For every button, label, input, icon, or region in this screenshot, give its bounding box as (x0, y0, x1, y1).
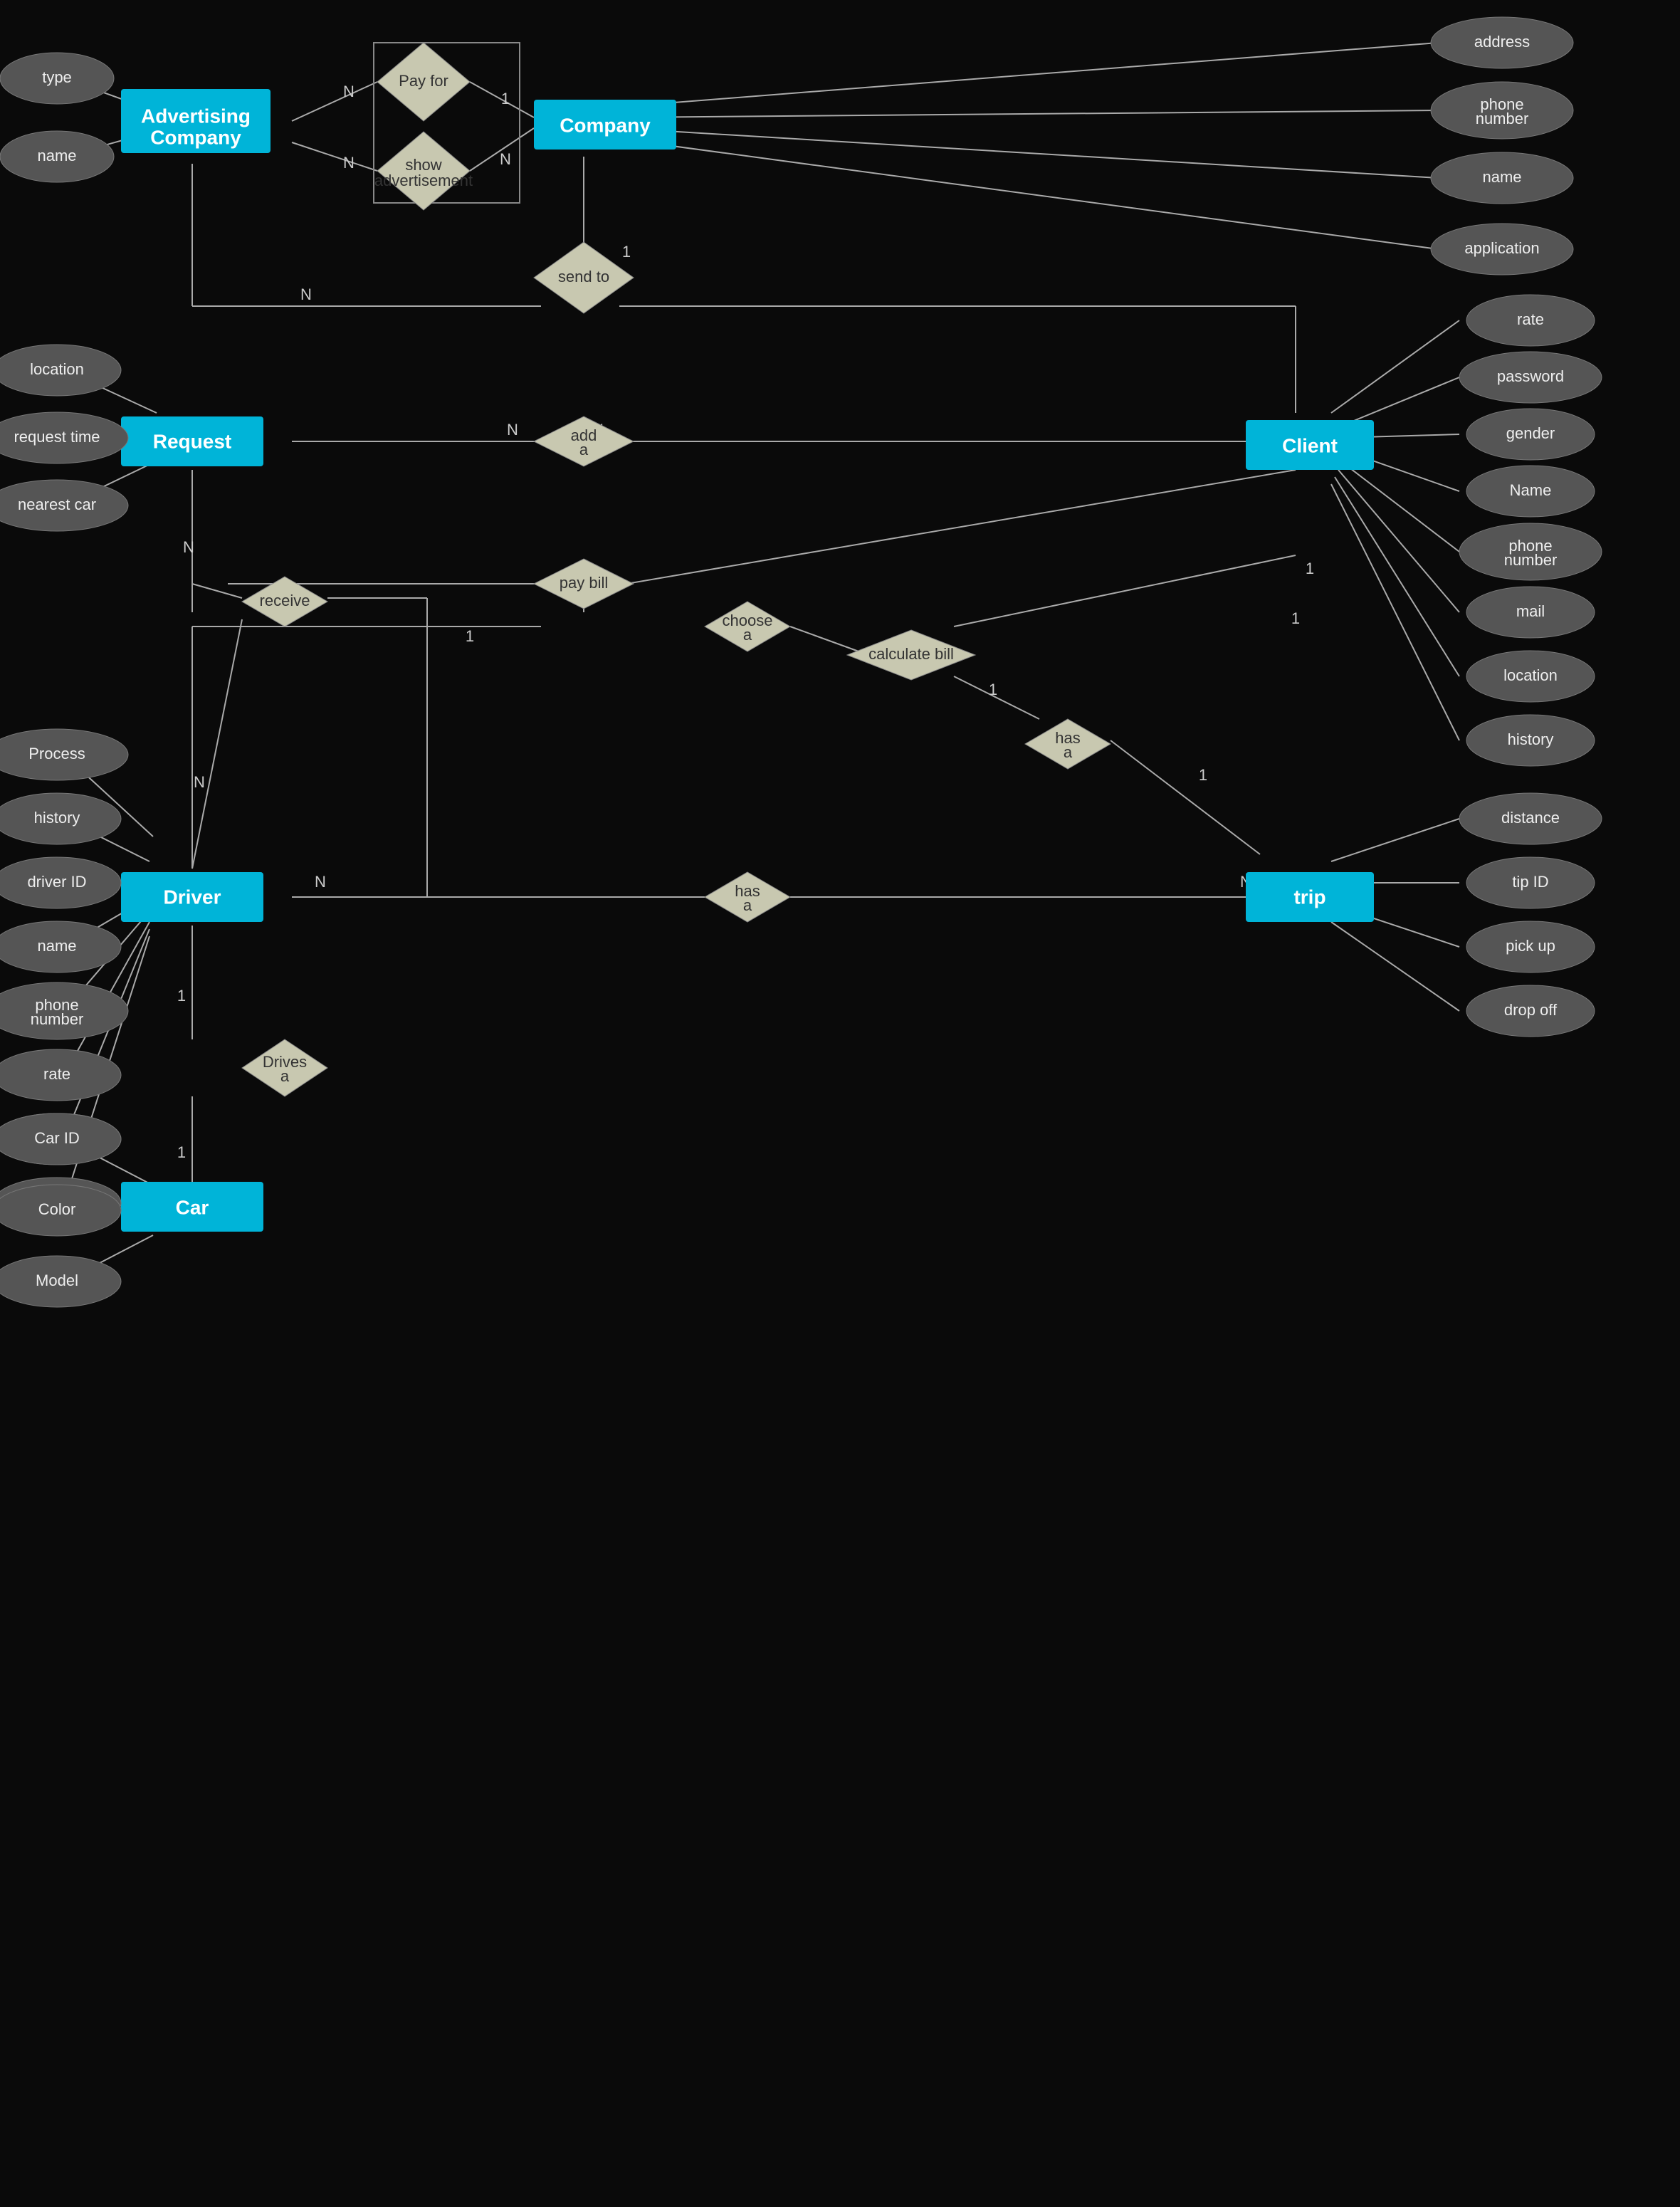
entity-advertising-company-label2: Company (150, 126, 241, 148)
attr-company-phone-label2: number (1476, 110, 1529, 127)
entity-driver-label: Driver (164, 886, 221, 908)
svg-text:1: 1 (177, 1143, 186, 1161)
entity-client-label: Client (1282, 434, 1338, 456)
svg-text:1: 1 (1291, 609, 1300, 627)
svg-text:1: 1 (622, 243, 631, 261)
relation-has-driver-label2: a (743, 896, 752, 914)
attr-car-id-label: Car ID (34, 1129, 80, 1147)
er-diagram: N 1 N N N 1 N N N 1 (0, 0, 1680, 2207)
relation-drives-label2: a (280, 1067, 290, 1085)
attr-client-password-label: password (1497, 367, 1564, 385)
svg-text:N: N (343, 83, 355, 100)
attr-client-name-label: Name (1510, 481, 1552, 499)
attr-request-location-label: location (30, 360, 84, 378)
svg-text:N: N (315, 873, 326, 891)
svg-text:1: 1 (177, 987, 186, 1005)
svg-text:N: N (300, 285, 312, 303)
attr-trip-dropoff-label: drop off (1504, 1001, 1558, 1019)
relation-calculate-bill-label: calculate bill (868, 645, 954, 663)
attr-driver-history-label: history (34, 809, 80, 827)
relation-pay-for-label: Pay for (399, 72, 448, 90)
relation-show-adv-label2: advertisement (374, 172, 473, 189)
relation-add-label2: a (579, 441, 589, 458)
attr-trip-distance-label: distance (1501, 809, 1560, 827)
attr-car-color-label: Color (38, 1200, 76, 1218)
attr-client-location-label: location (1503, 666, 1558, 684)
attr-adv-name-label: name (37, 147, 76, 164)
attr-company-address-label: address (1474, 33, 1530, 51)
relation-choose-label2: a (743, 626, 752, 644)
relation-has-trip-label2: a (1064, 743, 1073, 761)
entity-advertising-company-label: Advertising (141, 105, 251, 127)
svg-text:1: 1 (501, 90, 510, 108)
svg-text:1: 1 (1306, 560, 1314, 577)
attr-client-phone-label2: number (1504, 551, 1558, 569)
attr-request-nearest-label: nearest car (18, 496, 96, 513)
relation-pay-bill-label: pay bill (560, 574, 608, 592)
attr-driver-process-label: Process (28, 745, 85, 762)
relation-receive-label: receive (260, 592, 310, 609)
svg-text:1: 1 (466, 627, 474, 645)
entity-trip-label: trip (1293, 886, 1325, 908)
svg-text:N: N (507, 421, 518, 439)
attr-driver-name-label: name (37, 937, 76, 955)
svg-text:N: N (500, 150, 511, 168)
entity-request-label: Request (153, 430, 231, 452)
attr-driver-rate-label: rate (43, 1065, 70, 1083)
attr-client-history-label: history (1508, 730, 1554, 748)
entity-car-label: Car (176, 1196, 209, 1218)
attr-trip-pickup-label: pick up (1506, 937, 1555, 955)
attr-client-mail-label: mail (1516, 602, 1545, 620)
attr-company-app-label: application (1464, 239, 1539, 257)
attr-car-model-label: Model (36, 1272, 78, 1289)
svg-text:1: 1 (1199, 766, 1207, 784)
svg-text:N: N (183, 538, 194, 556)
svg-text:N: N (343, 154, 355, 172)
attr-client-rate-label: rate (1517, 310, 1544, 328)
attr-company-name-label: name (1482, 168, 1521, 186)
attr-client-gender-label: gender (1506, 424, 1555, 442)
relation-send-to-label: send to (558, 268, 609, 285)
attr-adv-type-label: type (42, 68, 72, 86)
entity-company-label: Company (560, 114, 651, 136)
attr-request-time-label: request time (14, 428, 100, 446)
attr-driver-phone-label2: number (31, 1010, 84, 1028)
attr-driver-id-label: driver ID (27, 873, 86, 891)
attr-trip-tipid-label: tip ID (1512, 873, 1548, 891)
svg-text:N: N (194, 773, 205, 791)
svg-text:1: 1 (989, 681, 997, 698)
